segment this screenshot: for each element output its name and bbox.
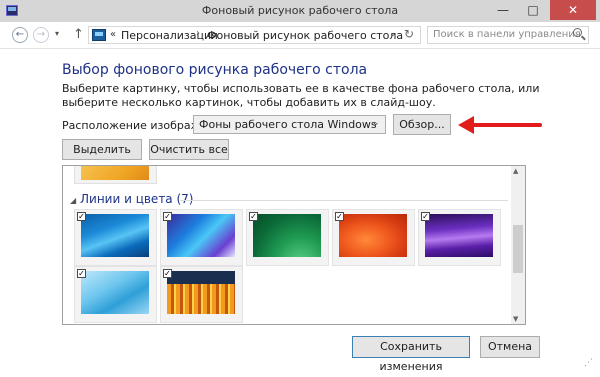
breadcrumb-personalization[interactable]: Персонализация bbox=[121, 29, 218, 42]
address-dropdown-icon[interactable]: ⌄ bbox=[389, 29, 397, 39]
control-panel-icon bbox=[92, 29, 106, 41]
wallpaper-thumbnail-blue-lines[interactable] bbox=[81, 214, 149, 257]
checkbox-checked[interactable]: ✓ bbox=[163, 212, 172, 221]
up-arrow-icon[interactable]: ↑ bbox=[73, 27, 84, 42]
close-button[interactable]: ✕ bbox=[550, 0, 596, 20]
breadcrumb-overflow[interactable]: « bbox=[110, 29, 116, 40]
recent-pages-dropdown-icon[interactable]: ▾ bbox=[55, 29, 59, 38]
breadcrumb-separator-icon[interactable]: › bbox=[196, 28, 200, 39]
checkbox-checked[interactable]: ✓ bbox=[77, 212, 86, 221]
resize-grip-icon[interactable]: ⋰ bbox=[584, 358, 593, 368]
wallpaper-thumbnail-light-blue-ribbons[interactable] bbox=[81, 271, 149, 314]
group-divider bbox=[180, 200, 508, 201]
save-changes-button[interactable]: Сохранить изменения bbox=[352, 336, 470, 373]
breadcrumb-desktop-background[interactable]: Фоновый рисунок рабочего стола bbox=[207, 29, 403, 42]
annotation-arrow-head bbox=[458, 116, 474, 134]
group-header-lines-and-colors[interactable]: Линии и цвета (7) bbox=[80, 192, 193, 206]
checkbox-checked[interactable]: ✓ bbox=[421, 212, 430, 221]
maximize-button[interactable]: □ bbox=[520, 0, 546, 20]
clear-all-button[interactable]: Очистить все bbox=[149, 139, 229, 160]
chevron-down-icon[interactable]: ⌄ bbox=[372, 118, 380, 128]
checkbox-checked[interactable]: ✓ bbox=[249, 212, 258, 221]
checkbox-checked[interactable]: ✓ bbox=[163, 269, 172, 278]
checkbox-checked[interactable]: ✓ bbox=[335, 212, 344, 221]
wallpaper-thumbnail-orange-bars[interactable] bbox=[167, 271, 235, 314]
wallpaper-thumbnail-purple-waves[interactable] bbox=[425, 214, 493, 257]
refresh-icon[interactable]: ↻ bbox=[404, 27, 414, 41]
browse-button[interactable]: Обзор... bbox=[393, 114, 451, 135]
minimize-button[interactable]: — bbox=[490, 0, 516, 20]
page-title: Выбор фонового рисунка рабочего стола bbox=[62, 62, 368, 78]
wallpaper-thumbnail-green-curves[interactable] bbox=[253, 214, 321, 257]
select-all-button[interactable]: Выделить все bbox=[62, 139, 142, 175]
page-description: Выберите картинку, чтобы использовать ее… bbox=[62, 82, 540, 109]
wallpaper-thumbnail-orange-swirl[interactable] bbox=[339, 214, 407, 257]
forward-arrow-icon[interactable]: → bbox=[33, 27, 49, 43]
image-location-value: Фоны рабочего стола Windows bbox=[199, 118, 377, 131]
search-icon[interactable] bbox=[573, 28, 582, 37]
cancel-button[interactable]: Отмена bbox=[480, 336, 540, 358]
wallpaper-thumbnail-partial[interactable] bbox=[81, 166, 149, 180]
search-placeholder: Поиск в панели управления bbox=[433, 29, 581, 40]
group-collapse-icon[interactable]: ◢ bbox=[70, 196, 76, 205]
scrollbar-thumb[interactable] bbox=[513, 225, 523, 273]
checkbox-checked[interactable]: ✓ bbox=[77, 269, 86, 278]
annotation-arrow-shaft bbox=[470, 123, 542, 127]
scroll-down-icon[interactable]: ▼ bbox=[513, 315, 518, 323]
wallpaper-thumbnail-blue-shapes[interactable] bbox=[167, 214, 235, 257]
scroll-up-icon[interactable]: ▲ bbox=[513, 167, 518, 175]
back-arrow-icon[interactable]: ← bbox=[12, 27, 28, 43]
